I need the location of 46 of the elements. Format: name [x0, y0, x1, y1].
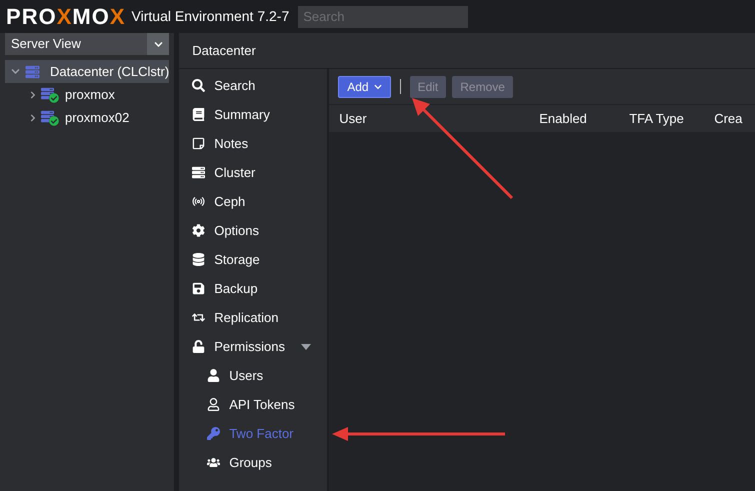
book-icon [192, 108, 206, 121]
nav-item[interactable]: Users [179, 361, 328, 390]
users-icon [207, 456, 220, 469]
nav-item[interactable]: Options [179, 216, 328, 245]
nav-item[interactable]: Permissions [179, 332, 328, 361]
nav-item[interactable]: Replication [179, 303, 328, 332]
nav-item[interactable]: Summary [179, 100, 328, 129]
add-menu-button[interactable]: Add [338, 76, 391, 98]
column-header[interactable]: User [339, 110, 367, 126]
tree-label: proxmox02 [65, 108, 130, 127]
key-icon [207, 427, 220, 440]
nav-item[interactable]: Groups [179, 448, 328, 477]
database-icon [192, 253, 206, 266]
view-select[interactable]: Server View [5, 33, 170, 55]
dropdown-icon [154, 40, 163, 48]
unlock-icon [192, 340, 206, 353]
signal-icon [192, 195, 206, 208]
user-icon [207, 369, 220, 382]
nav-item[interactable]: Ceph [179, 187, 328, 216]
caret-icon [374, 82, 382, 90]
note-icon [192, 137, 206, 150]
settings-icon [192, 224, 206, 237]
logo: PROXMOX [6, 6, 126, 28]
tree-item[interactable]: proxmox [5, 83, 170, 106]
user-outline-icon [207, 398, 220, 411]
tree-label: proxmox [65, 86, 115, 104]
nav-item[interactable]: Backup [179, 274, 328, 303]
tree-label: Datacenter (CLClstr) [50, 62, 170, 81]
nav-item[interactable]: API Tokens [179, 390, 328, 419]
column-header[interactable]: TFA Type [629, 110, 684, 126]
nav-item[interactable]: Cluster [179, 158, 328, 187]
tree-item[interactable]: proxmox02 [5, 106, 170, 129]
node-ok-icon [41, 86, 59, 103]
column-header[interactable]: Enabled [539, 110, 587, 126]
nav-item[interactable]: Notes [179, 129, 328, 158]
server-icon [24, 64, 41, 78]
nav-item[interactable]: Search [179, 71, 328, 100]
search-icon [192, 79, 206, 92]
panel-title: Datacenter [192, 42, 256, 60]
product-title: Virtual Environment 7.2-7 [132, 7, 290, 26]
node-ok-icon [41, 109, 59, 126]
server-icon [192, 166, 206, 179]
repeat-icon [192, 311, 206, 324]
tree-item[interactable]: Datacenter (CLClstr) [5, 60, 170, 83]
nav-item[interactable]: Storage [179, 245, 328, 274]
column-header[interactable]: Crea [714, 110, 742, 126]
